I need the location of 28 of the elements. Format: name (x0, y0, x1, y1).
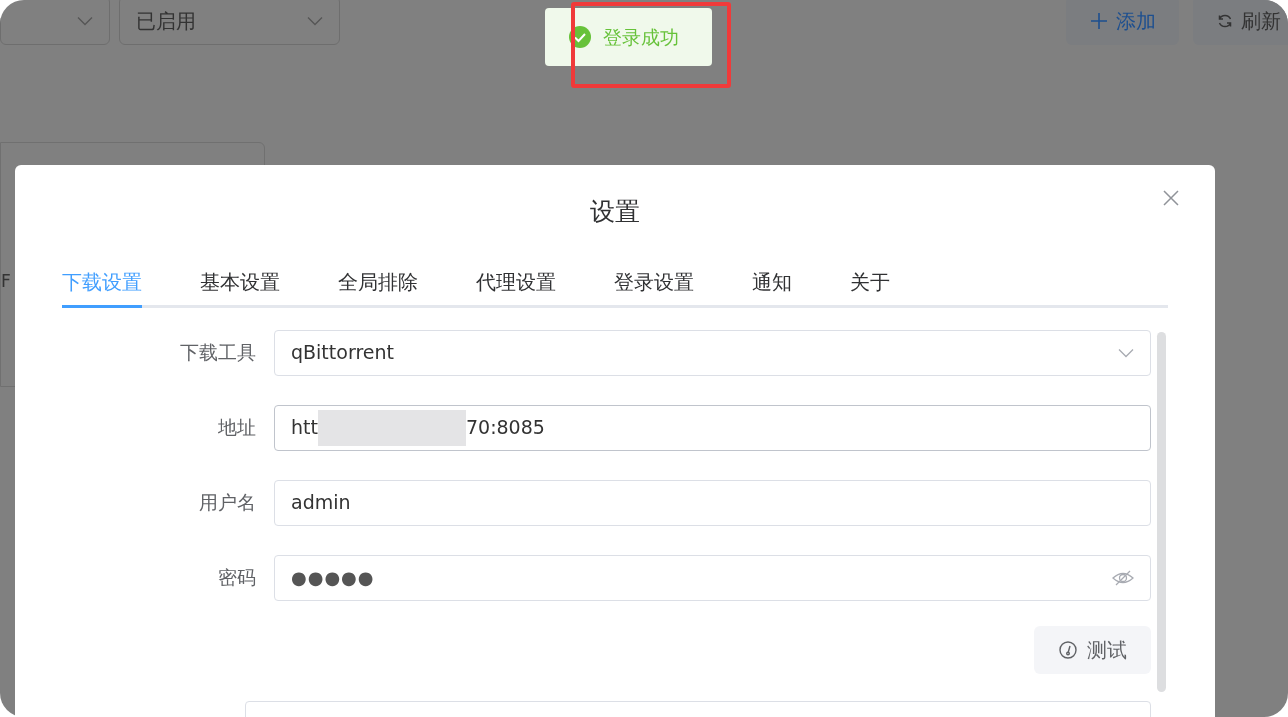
select-field[interactable]: qBittorrent (274, 329, 1151, 376)
field-label: 用户名 (198, 490, 257, 516)
toast-message: 登录成功 (603, 24, 679, 50)
dialog-title: 设置 (590, 196, 640, 228)
settings-tab[interactable]: 关于 (850, 266, 890, 308)
input-field[interactable]: htt 70:8085 (274, 404, 1151, 451)
settings-tab[interactable]: 通知 (752, 266, 792, 308)
password-field[interactable]: ●●●●● (274, 554, 1151, 601)
chevron-down-icon (77, 15, 93, 26)
eye-slash-icon[interactable] (1112, 568, 1134, 587)
settings-tab[interactable]: 代理设置 (476, 266, 556, 308)
refresh-icon (1217, 12, 1233, 29)
field-label: 下载工具 (179, 340, 257, 366)
field-label: 密码 (217, 565, 257, 591)
test-button[interactable]: 测试 (1034, 625, 1151, 674)
settings-tab[interactable]: 登录设置 (614, 266, 694, 308)
input-field[interactable]: admin (274, 479, 1151, 526)
settings-tab[interactable]: 基本设置 (200, 266, 280, 308)
table-text: F (1, 271, 12, 291)
chevron-down-icon (307, 15, 323, 26)
field-label: 地址 (217, 415, 257, 441)
settings-tab[interactable]: 全局排除 (338, 266, 418, 308)
chevron-down-icon (1118, 347, 1134, 358)
close-icon[interactable] (1163, 190, 1179, 206)
plus-icon (1089, 11, 1108, 30)
select-field[interactable] (0, 0, 110, 45)
check-circle-icon (569, 26, 591, 48)
gauge-icon (1058, 640, 1077, 659)
